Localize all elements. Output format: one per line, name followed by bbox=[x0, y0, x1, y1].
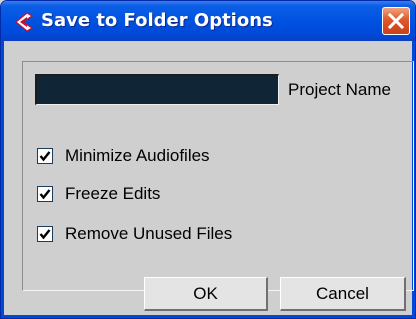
freeze-edits-label: Freeze Edits bbox=[65, 184, 161, 203]
remove-unused-files-label: Remove Unused Files bbox=[65, 224, 233, 243]
cubase-logo-icon[interactable] bbox=[13, 11, 35, 33]
save-to-folder-options-dialog: Save to Folder Options Project Name Mini… bbox=[0, 0, 416, 319]
freeze-edits-checkbox[interactable] bbox=[37, 186, 53, 202]
cancel-button[interactable]: Cancel bbox=[280, 277, 406, 311]
options-panel: Project Name Minimize Audiofiles Freeze … bbox=[22, 61, 414, 291]
option-remove-unused-files[interactable]: Remove Unused Files bbox=[37, 224, 232, 244]
checkmark-icon bbox=[39, 229, 51, 240]
project-name-input[interactable] bbox=[35, 74, 279, 105]
minimize-audiofiles-label: Minimize Audiofiles bbox=[65, 146, 210, 165]
window-title: Save to Folder Options bbox=[41, 10, 273, 31]
project-name-label: Project Name bbox=[288, 80, 391, 99]
option-freeze-edits[interactable]: Freeze Edits bbox=[37, 184, 160, 204]
checkmark-icon bbox=[39, 189, 51, 200]
close-button[interactable] bbox=[382, 7, 410, 35]
dialog-body: Project Name Minimize Audiofiles Freeze … bbox=[1, 41, 415, 318]
close-icon bbox=[387, 12, 405, 30]
minimize-audiofiles-checkbox[interactable] bbox=[37, 148, 53, 164]
remove-unused-files-checkbox[interactable] bbox=[37, 226, 53, 242]
title-bar[interactable]: Save to Folder Options bbox=[1, 1, 415, 41]
checkmark-icon bbox=[39, 151, 51, 162]
ok-button[interactable]: OK bbox=[144, 277, 268, 311]
option-minimize-audiofiles[interactable]: Minimize Audiofiles bbox=[37, 146, 210, 166]
